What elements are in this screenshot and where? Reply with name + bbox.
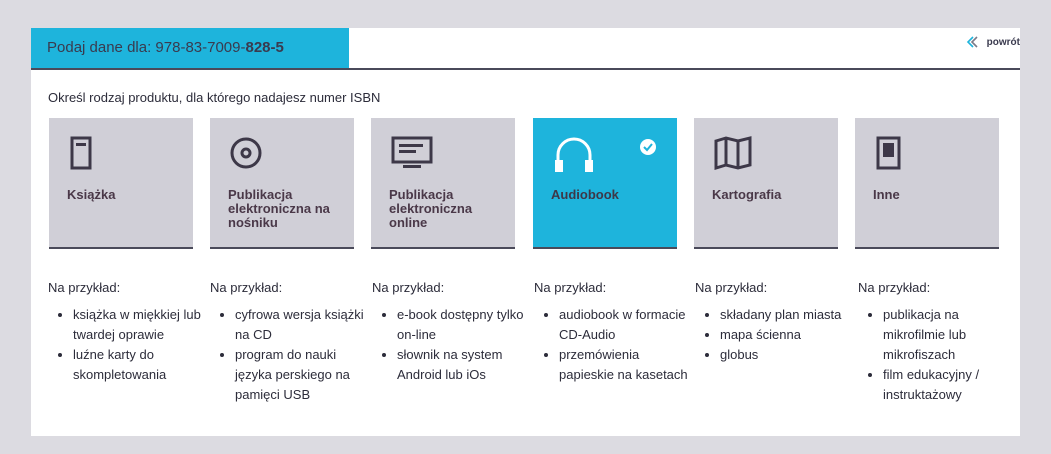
monitor-icon <box>391 136 435 175</box>
examples-title: Na przykład: <box>210 280 283 295</box>
list-item: audiobook w formacie CD-Audio <box>559 305 689 345</box>
product-tile-label: Książka <box>67 187 116 202</box>
product-tile-publikacja-nosnik[interactable]: Publikacja elektroniczna na nośniku <box>210 118 354 249</box>
isbn-number-bold: 828-5 <box>245 39 284 56</box>
list-item: składany plan miasta <box>720 305 850 325</box>
examples-list: publikacja na mikrofilmie lub mikrofisza… <box>858 305 1013 405</box>
product-tile-inne[interactable]: Inne <box>855 118 999 249</box>
product-tile-label: Inne <box>873 187 900 202</box>
list-item: słownik na system Android lub iOs <box>397 345 527 385</box>
microfilm-icon <box>875 136 903 175</box>
examples-column-publikacja-online: Na przykład: e-book dostępny tylko on-li… <box>372 280 527 385</box>
product-tile-publikacja-online[interactable]: Publikacja elektroniczna online <box>371 118 515 249</box>
isbn-form-panel: Podaj dane dla: 978-83-7009-828-5 powrót… <box>31 28 1020 436</box>
examples-title: Na przykład: <box>695 280 768 295</box>
examples-list: e-book dostępny tylko on-line słownik na… <box>372 305 527 385</box>
list-item: globus <box>720 345 850 365</box>
product-tile-ksiazka[interactable]: Książka <box>49 118 193 249</box>
list-item: luźne karty do skompletowania <box>73 345 203 385</box>
list-item: film edukacyjny / instruktażowy <box>883 365 1013 405</box>
examples-list: książka w miękkiej lub twardej oprawie l… <box>48 305 203 385</box>
examples-list: składany plan miasta mapa ścienna globus <box>695 305 850 365</box>
examples-title: Na przykład: <box>48 280 121 295</box>
back-link[interactable]: powrót <box>966 34 1020 50</box>
examples-title: Na przykład: <box>372 280 445 295</box>
product-tile-label: Audiobook <box>551 187 619 202</box>
list-item: program do nauki języka perskiego na pam… <box>235 345 365 405</box>
product-tile-label: Publikacja elektroniczna na nośniku <box>228 187 330 230</box>
examples-title: Na przykład: <box>858 280 931 295</box>
headphones-icon <box>553 136 595 179</box>
list-item: publikacja na mikrofilmie lub mikrofisza… <box>883 305 1013 365</box>
list-item: książka w miękkiej lub twardej oprawie <box>73 305 203 345</box>
examples-list: audiobook w formacie CD-Audio przemówien… <box>534 305 689 385</box>
isbn-title-prefix: Podaj dane dla: 978-83-7009- <box>47 39 246 56</box>
book-icon <box>69 136 93 175</box>
product-tile-label: Kartografia <box>712 187 782 202</box>
examples-column-audiobook: Na przykład: audiobook w formacie CD-Aud… <box>534 280 689 385</box>
panel-header: Podaj dane dla: 978-83-7009-828-5 powrót <box>31 28 1020 70</box>
isbn-title-tab: Podaj dane dla: 978-83-7009-828-5 <box>31 28 349 68</box>
examples-column-ksiazka: Na przykład: książka w miękkiej lub twar… <box>48 280 203 385</box>
examples-title: Na przykład: <box>534 280 607 295</box>
product-tile-audiobook[interactable]: Audiobook <box>533 118 677 249</box>
product-tile-kartografia[interactable]: Kartografia <box>694 118 838 249</box>
product-tile-label: Publikacja elektroniczna online <box>389 187 473 230</box>
examples-column-publikacja-nosnik: Na przykład: cyfrowa wersja książki na C… <box>210 280 365 405</box>
examples-list: cyfrowa wersja książki na CD program do … <box>210 305 365 405</box>
list-item: mapa ścienna <box>720 325 850 345</box>
list-item: e-book dostępny tylko on-line <box>397 305 527 345</box>
examples-column-inne: Na przykład: publikacja na mikrofilmie l… <box>858 280 1013 405</box>
back-arrow-icon <box>966 36 984 48</box>
product-type-tiles: Książka Publikacja elektroniczna na nośn… <box>49 118 1002 249</box>
examples-column-kartografia: Na przykład: składany plan miasta mapa ś… <box>695 280 850 365</box>
back-link-label: powrót <box>986 36 1020 48</box>
disc-icon <box>230 136 266 177</box>
map-icon <box>714 136 754 175</box>
list-item: cyfrowa wersja książki na CD <box>235 305 365 345</box>
instruction-text: Określ rodzaj produktu, dla którego nada… <box>48 90 381 105</box>
list-item: przemówienia papieskie na kasetach <box>559 345 689 385</box>
selected-check-icon <box>639 138 657 161</box>
